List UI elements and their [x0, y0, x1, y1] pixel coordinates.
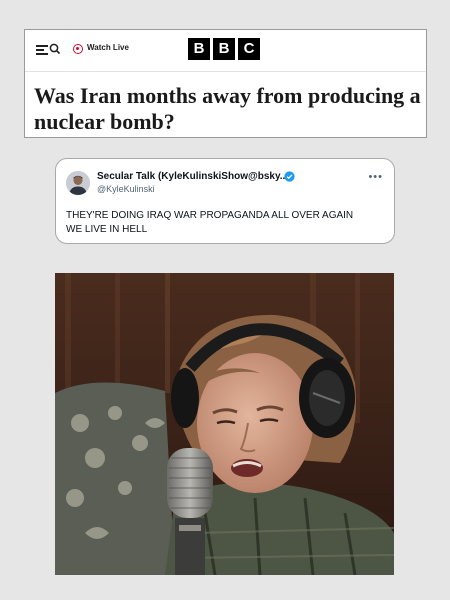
tweet-display-name[interactable]: Secular Talk (KyleKulinskiShow@bsky... — [97, 171, 288, 182]
search-icon[interactable] — [48, 42, 62, 56]
watch-live-link[interactable]: Watch Live — [87, 43, 129, 52]
tweet-card[interactable]: Secular Talk (KyleKulinskiShow@bsky... @… — [55, 158, 395, 244]
avatar[interactable] — [66, 171, 90, 195]
tweet-handle[interactable]: @KyleKulinski — [97, 184, 155, 194]
logo-letter-c: C — [238, 38, 260, 60]
article-headline[interactable]: Was Iran months away from producing a nu… — [34, 83, 424, 135]
live-indicator-icon — [73, 44, 83, 54]
tweet-body: THEY'RE DOING IRAQ WAR PROPAGANDA ALL OV… — [66, 209, 386, 237]
tweet-text-line: THEY'RE DOING IRAQ WAR PROPAGANDA ALL OV… — [66, 210, 354, 221]
bbc-news-card: Watch Live B B C Was Iran months away fr… — [24, 29, 427, 138]
logo-letter-b1: B — [188, 38, 210, 60]
verified-badge-icon — [284, 171, 295, 182]
menu-icon[interactable] — [36, 45, 48, 55]
logo-letter-b2: B — [213, 38, 235, 60]
bbc-header-bar: Watch Live B B C — [25, 30, 426, 72]
tweet-text-line: WE LIVE IN HELL — [66, 224, 148, 235]
bbc-logo[interactable]: B B C — [188, 38, 260, 60]
studio-photo — [55, 273, 394, 575]
more-options-icon[interactable]: ••• — [368, 171, 383, 183]
